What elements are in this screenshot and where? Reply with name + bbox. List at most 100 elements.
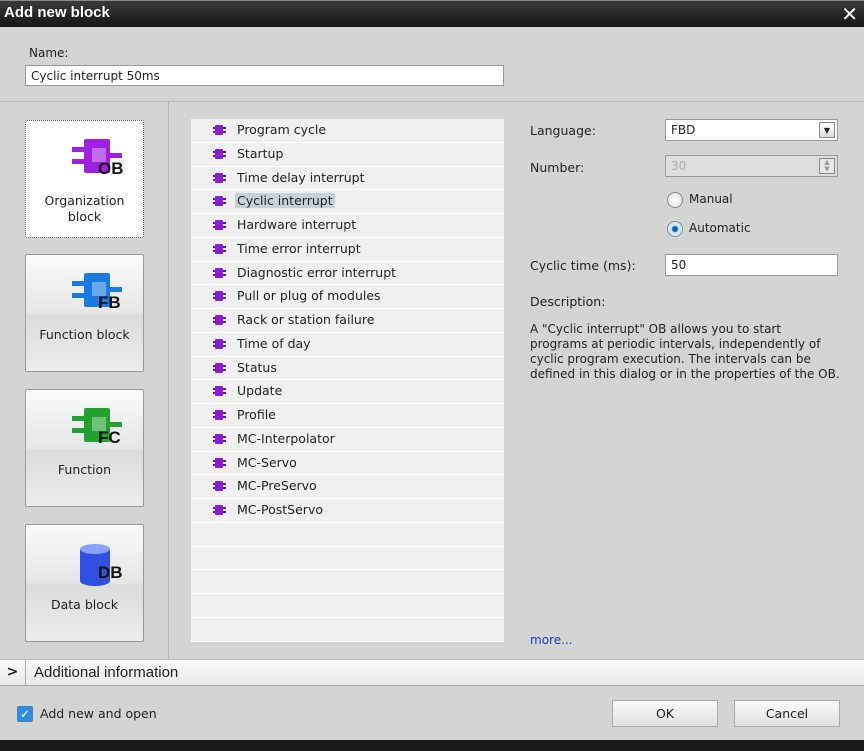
empty-row [191,618,504,642]
list-item[interactable]: Time error interrupt [191,238,504,262]
organization-block-icon [213,220,227,230]
list-item-label: Hardware interrupt [237,217,357,232]
list-item[interactable]: Update [191,380,504,404]
cancel-button[interactable]: Cancel [734,700,840,727]
list-item[interactable]: Program cycle [191,119,504,143]
divider [0,101,864,102]
list-item[interactable]: Time delay interrupt [191,167,504,191]
block-type-label: Function block [39,327,130,342]
list-item-label: Time error interrupt [237,240,361,256]
list-item-label: Time of day [237,335,311,351]
list-item-label: MC-Interpolator [237,430,335,446]
name-label: Name: [29,46,69,60]
organization-block-icon [213,125,227,135]
fb-block-icon: FB [72,273,128,315]
list-item[interactable]: MC-PreServo [191,475,504,499]
description-label: Description: [530,294,606,309]
ob-type-list: Program cycle Startup Time delay interrupt… [191,119,504,642]
additional-information-bar[interactable]: > Additional information [0,659,864,686]
organization-block-icon [213,362,227,373]
bottom-bar [0,740,864,751]
language-value: FBD [671,123,696,137]
list-item[interactable]: Time of day [191,333,504,357]
list-item[interactable]: Status [191,357,504,381]
organization-block-icon [213,505,227,515]
block-type-fc-button[interactable]: FC Function [25,389,144,507]
title-bar: Add new block ✕ [0,0,864,27]
list-item[interactable]: Diagnostic error interrupt [191,262,504,286]
organization-block-icon [213,148,227,159]
block-type-label: Organization block [44,193,125,224]
block-type-label: Function [57,462,112,477]
block-type-label: Data block [51,597,118,612]
list-item[interactable]: Profile [191,404,504,428]
list-item-label: MC-PreServo [237,478,317,494]
chevron-down-icon[interactable]: ▼ [819,122,835,138]
list-item-label: Profile [237,407,276,422]
organization-block-icon [213,410,227,420]
organization-block-icon [213,338,227,349]
list-item[interactable]: MC-Servo [191,452,504,476]
organization-block-icon [213,433,227,444]
name-input[interactable] [25,65,504,86]
divider [168,102,169,659]
list-item[interactable]: Rack or station failure [191,309,504,333]
cyclic-time-value: 50 [671,258,687,272]
number-value: 30 [671,159,687,173]
empty-row [191,547,504,571]
organization-block-icon [213,196,227,207]
list-item-label: Status [237,359,277,375]
list-item-label: Pull or plug of modules [237,288,381,304]
list-item[interactable]: Hardware interrupt [191,214,504,238]
description-text: A "Cyclic interrupt" OB allows you to st… [530,322,840,381]
organization-block-icon [213,386,227,397]
list-item[interactable]: Pull or plug of modules [191,285,504,309]
cyclic-time-label: Cyclic time (ms): [530,258,636,273]
language-label: Language: [530,123,596,138]
organization-block-icon [213,481,227,492]
list-item-label: MC-PostServo [237,502,323,517]
organization-block-icon [213,267,227,278]
list-item-label: Cyclic interrupt [235,193,335,209]
organization-block-icon [213,172,227,183]
empty-row [191,594,504,618]
list-item-label: Time delay interrupt [237,169,365,185]
list-item-label: MC-Servo [237,454,297,470]
block-type-db-button[interactable]: DB Data block [25,524,144,642]
list-item[interactable]: MC-PostServo [191,499,504,523]
empty-row [191,570,504,594]
automatic-radio[interactable] [667,221,683,237]
block-type-ob-button[interactable]: OB Organization block [25,120,144,238]
more-link[interactable]: more... [530,633,573,647]
ok-button[interactable]: OK [612,700,718,727]
automatic-label: Automatic [689,221,751,235]
organization-block-icon [213,291,227,302]
block-type-fb-button[interactable]: FB Function block [25,254,144,372]
spin-icon: ▲ ▼ [819,158,835,174]
list-item-label: Rack or station failure [237,312,375,327]
list-item[interactable]: Cyclic interrupt [191,190,504,214]
fc-block-icon: FC [72,408,128,450]
number-stepper: 30 ▲ ▼ [665,155,838,177]
add-new-and-open-label: Add new and open [40,706,157,721]
manual-radio[interactable] [667,192,683,208]
language-dropdown[interactable]: FBD ▼ [665,119,838,141]
empty-row [191,523,504,547]
list-item-label: Diagnostic error interrupt [237,264,397,280]
add-new-and-open-checkbox[interactable]: ✓ [17,706,33,722]
list-item-label: Startup [237,145,284,161]
data-block-icon: DB [72,543,128,586]
organization-block-icon [213,315,227,325]
additional-information-label: Additional information [34,664,179,681]
chevron-right-icon[interactable]: > [0,660,26,686]
close-icon[interactable]: ✕ [841,2,858,26]
list-item-label: Update [237,383,283,399]
list-item[interactable]: MC-Interpolator [191,428,504,452]
ob-block-icon: OB [72,139,128,181]
organization-block-icon [213,457,227,468]
list-item-label: Program cycle [237,122,327,137]
list-item[interactable]: Startup [191,143,504,167]
dialog-title: Add new block [4,4,110,21]
manual-label: Manual [689,192,733,206]
cyclic-time-input[interactable]: 50 [665,254,838,276]
